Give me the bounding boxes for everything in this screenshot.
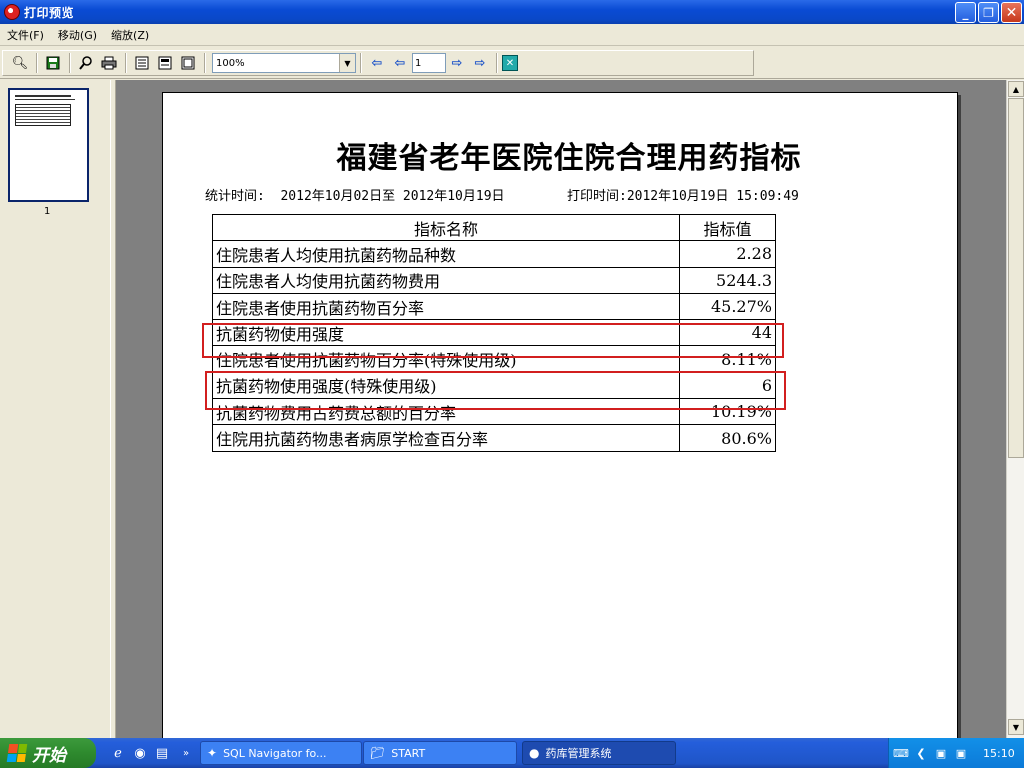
last-page-icon[interactable]: ⇨ [469, 53, 491, 73]
vertical-scrollbar[interactable]: ▲ ▼ [1006, 80, 1024, 738]
network-icon[interactable]: ▣ [953, 745, 969, 761]
start-label: 开始 [32, 745, 66, 766]
exit-preview-icon[interactable]: ✕ [502, 55, 518, 71]
system-tray: ⌨ ❮ ▣ ▣ 15:10 [888, 738, 1024, 768]
table-row: 住院用抗菌药物患者病原学检查百分率 80.6% [212, 424, 776, 452]
ie-icon[interactable]: ℯ [108, 743, 128, 763]
scroll-up-icon[interactable]: ▲ [1008, 81, 1024, 97]
window-title: 打印预览 [24, 5, 75, 20]
row-value: 2.28 [679, 240, 776, 268]
close-button[interactable]: ✕ [1001, 2, 1022, 23]
toolbar-separator [36, 53, 38, 73]
minimize-button[interactable]: _ [955, 2, 976, 23]
magnifier-icon[interactable]: 🔍︎ [9, 53, 31, 73]
row-name: 住院患者人均使用抗菌药物品种数 [212, 240, 680, 268]
task-label: 药库管理系统 [545, 747, 612, 760]
print-setup-icon[interactable] [75, 53, 97, 73]
page-number-input[interactable]: 1 [412, 53, 446, 73]
start-button[interactable]: 开始 [0, 738, 96, 768]
print-time-value: 2012年10月19日 15:09:49 [626, 189, 799, 204]
row-value: 5244.3 [679, 266, 776, 294]
toolbar-separator [496, 53, 498, 73]
app-icon [4, 4, 20, 20]
keyboard-icon[interactable]: ⌨ [893, 745, 909, 761]
next-page-icon[interactable]: ⇨ [446, 53, 468, 73]
prev-page-icon[interactable]: ⇦ [389, 53, 411, 73]
restore-button[interactable]: ❐ [978, 2, 999, 23]
zoom-value: 100% [216, 57, 245, 69]
page-thumbnail[interactable] [8, 88, 89, 202]
task-start-folder[interactable]: 📁︎ START [363, 741, 517, 765]
menu-bar: 文件(F) 移动(G) 缩放(Z) [0, 24, 1024, 46]
row-name: 住院用抗菌药物患者病原学检查百分率 [212, 424, 680, 452]
table-header-row: 指标名称 指标值 [212, 213, 776, 242]
window-titlebar[interactable]: 打印预览 _ ❐ ✕ [0, 0, 1024, 24]
stat-range: 2012年10月02日至 2012年10月19日 [280, 189, 505, 204]
document-icon[interactable]: ▤ [152, 743, 172, 763]
report-page: 福建省老年医院住院合理用药指标 统计时间: 2012年10月02日至 2012年… [162, 92, 958, 738]
highlight-box [205, 371, 786, 410]
preview-area: 福建省老年医院住院合理用药指标 统计时间: 2012年10月02日至 2012年… [116, 80, 1006, 738]
toolbar-separator [204, 53, 206, 73]
highlight-box [202, 323, 784, 358]
row-name: 住院患者使用抗菌药物百分率 [212, 292, 680, 321]
task-sql-navigator[interactable]: ✦ SQL Navigator fo... [200, 741, 362, 765]
toolbar: 🔍︎ 100% ▼ ⇦ ⇦ 1 ⇨ ⇨ ✕ [0, 47, 1024, 79]
browser-icon[interactable]: ◉ [130, 743, 150, 763]
table-row: 住院患者人均使用抗菌药物品种数 2.28 [212, 240, 776, 268]
table-row: 住院患者人均使用抗菌药物费用 5244.3 [212, 266, 776, 294]
toolbar-separator [360, 53, 362, 73]
thumbnail-subtitle-line [15, 99, 75, 100]
scroll-down-icon[interactable]: ▼ [1008, 719, 1024, 735]
print-time: 打印时间:2012年10月19日 15:09:49 [567, 185, 799, 204]
folder-icon: 📁︎ [370, 746, 386, 760]
row-name: 住院患者人均使用抗菌药物费用 [212, 266, 680, 294]
first-page-icon[interactable]: ⇦ [366, 53, 388, 73]
menu-zoom[interactable]: 缩放(Z) [104, 27, 156, 43]
print-label: 打印时间: [567, 189, 627, 204]
header-indicator-value: 指标值 [679, 213, 776, 242]
full-page-icon[interactable] [154, 53, 176, 73]
save-icon[interactable] [42, 53, 64, 73]
stat-time: 统计时间: 2012年10月02日至 2012年10月19日 [205, 185, 505, 204]
zoom-select[interactable]: 100% ▼ [212, 53, 356, 73]
toolbar-separator [125, 53, 127, 73]
header-indicator-name: 指标名称 [212, 213, 680, 242]
app-icon: ● [529, 746, 540, 760]
task-label: START [391, 746, 426, 760]
chevron-down-icon[interactable]: ▼ [339, 54, 355, 72]
thumbnail-pane: 1 [0, 80, 110, 738]
report-title: 福建省老年医院住院合理用药指标 [336, 141, 802, 176]
scrollbar-thumb[interactable] [1008, 98, 1024, 458]
chevron-left-icon[interactable]: ❮ [913, 745, 929, 761]
task-label: SQL Navigator fo... [223, 746, 327, 760]
page-width-icon[interactable] [131, 53, 153, 73]
thumbnail-page-label: 1 [44, 206, 51, 217]
thumbnail-table [15, 104, 71, 126]
windows-logo-icon [6, 744, 28, 762]
menu-move[interactable]: 移动(G) [51, 27, 104, 43]
chevron-right-icon[interactable]: » [176, 743, 196, 763]
printer-icon[interactable] [98, 53, 120, 73]
row-value: 80.6% [679, 424, 776, 452]
clock: 15:10 [983, 746, 1015, 760]
taskbar: 开始 ℯ ◉ ▤ » ✦ SQL Navigator fo... 📁︎ STAR… [0, 738, 1024, 768]
network-icon[interactable]: ▣ [933, 745, 949, 761]
toolbar-separator [69, 53, 71, 73]
stat-label: 统计时间: [205, 189, 265, 204]
two-page-icon[interactable] [177, 53, 199, 73]
row-value: 45.27% [679, 292, 776, 321]
task-pharmacy-system[interactable]: ● 药库管理系统 [522, 741, 676, 765]
thumbnail-title-line [15, 95, 71, 97]
sql-navigator-icon: ✦ [207, 746, 218, 760]
menu-file[interactable]: 文件(F) [0, 27, 51, 43]
table-row: 住院患者使用抗菌药物百分率 45.27% [212, 292, 776, 321]
